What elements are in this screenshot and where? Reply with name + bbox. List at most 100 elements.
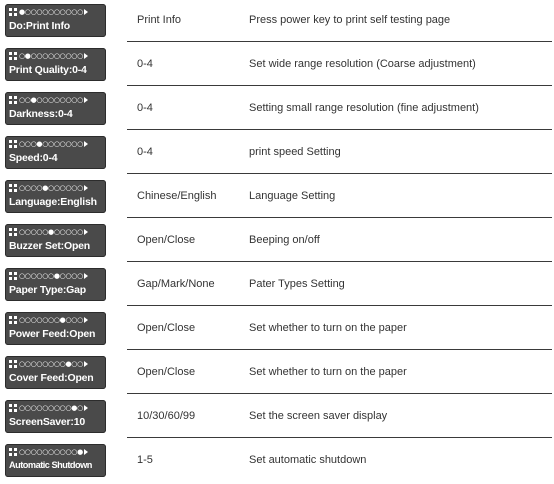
- lcd-status-line: ○○○●○○○○○○○: [9, 138, 88, 150]
- lcd-display: ○○○○○○●○○○○ Paper Type:Gap: [5, 268, 106, 301]
- arrow-right-icon: [83, 141, 88, 147]
- lcd-status-line: ○○○○○○○○○●○: [9, 402, 88, 414]
- arrow-right-icon: [83, 449, 88, 455]
- lcd-status-line: ○○○○○○○●○○○: [9, 314, 88, 326]
- menu-position-dots: ○○○○○●○○○○○: [19, 228, 83, 236]
- lcd-menu-label: Darkness:0-4: [9, 108, 73, 120]
- lcd-menu-label: Speed:0-4: [9, 152, 58, 164]
- grid-icon: [9, 316, 17, 324]
- menu-position-dots: ○○○○●○○○○○○: [19, 184, 83, 192]
- table-row: ○○○○○●○○○○○ Buzzer Set:Open Open/Close B…: [0, 220, 554, 264]
- row-divider: [127, 261, 552, 262]
- lcd-display: ○○○○○●○○○○○ Buzzer Set:Open: [5, 224, 106, 257]
- lcd-menu-label: ScreenSaver:10: [9, 416, 86, 428]
- setting-description: Beeping on/off: [249, 234, 320, 246]
- lcd-status-line: ○○●○○○○○○○○: [9, 94, 88, 106]
- lcd-display: ○○○○○○○●○○○ Power Feed:Open: [5, 312, 106, 345]
- lcd-menu-label: Buzzer Set:Open: [9, 240, 91, 252]
- lcd-display: ○●○○○○○○○○○ Print Quality:0-4: [5, 48, 106, 81]
- row-divider: [127, 437, 552, 438]
- menu-position-dots: ○●○○○○○○○○○: [19, 52, 83, 60]
- arrow-right-icon: [83, 405, 88, 411]
- setting-description: Set whether to turn on the paper: [249, 322, 407, 334]
- setting-description: Set automatic shutdown: [249, 454, 367, 466]
- arrow-right-icon: [83, 53, 88, 59]
- table-row: ○○○○○○○●○○○ Power Feed:Open Open/Close S…: [0, 308, 554, 352]
- setting-values: 1-5: [137, 454, 153, 466]
- setting-description: Setting small range resolution (fine adj…: [249, 102, 479, 114]
- setting-values: Open/Close: [137, 234, 196, 246]
- arrow-right-icon: [83, 273, 88, 279]
- lcd-status-line: ○○○○○●○○○○○: [9, 226, 88, 238]
- lcd-menu-label: Automatic Shutdown: [9, 460, 92, 470]
- setting-description: Set wide range resolution (Coarse adjust…: [249, 58, 476, 70]
- setting-values: Open/Close: [137, 366, 196, 378]
- row-divider: [127, 217, 552, 218]
- lcd-menu-label: Cover Feed:Open: [9, 372, 94, 384]
- row-divider: [127, 85, 552, 86]
- lcd-status-line: ○○○○○○○○●○○: [9, 358, 88, 370]
- setting-values: 10/30/60/99: [137, 410, 196, 422]
- setting-description: Press power key to print self testing pa…: [249, 14, 451, 26]
- row-divider: [127, 305, 552, 306]
- grid-icon: [9, 8, 17, 16]
- grid-icon: [9, 52, 17, 60]
- arrow-right-icon: [83, 97, 88, 103]
- table-row: ○○○●○○○○○○○ Speed:0-4 0-4 print speed Se…: [0, 132, 554, 176]
- grid-icon: [9, 96, 17, 104]
- lcd-display: ○○○○○○○○○○● Automatic Shutdown: [5, 444, 106, 477]
- setting-description: Set the screen saver display: [249, 410, 388, 422]
- table-row: ○○○○○○○○○●○ ScreenSaver:10 10/30/60/99 S…: [0, 396, 554, 440]
- table-row: ○○○○○○○○○○● Automatic Shutdown 1-5 Set a…: [0, 440, 554, 484]
- lcd-status-line: ○○○○○○●○○○○: [9, 270, 88, 282]
- row-divider: [127, 173, 552, 174]
- lcd-display: ●○○○○○○○○○○ Do:Print Info: [5, 4, 106, 37]
- menu-position-dots: ●○○○○○○○○○○: [19, 8, 83, 16]
- arrow-right-icon: [83, 229, 88, 235]
- lcd-menu-label: Print Quality:0-4: [9, 64, 87, 76]
- lcd-status-line: ○○○○○○○○○○●: [9, 446, 88, 458]
- setting-values: Chinese/English: [137, 190, 217, 202]
- table-row: ●○○○○○○○○○○ Do:Print Info Print Info Pre…: [0, 0, 554, 44]
- menu-position-dots: ○○●○○○○○○○○: [19, 96, 83, 104]
- grid-icon: [9, 404, 17, 412]
- row-divider: [127, 393, 552, 394]
- lcd-display: ○○○○○○○○●○○ Cover Feed:Open: [5, 356, 106, 389]
- setting-values: Open/Close: [137, 322, 196, 334]
- setting-description: Pater Types Setting: [249, 278, 345, 290]
- lcd-menu-label: Paper Type:Gap: [9, 284, 86, 296]
- lcd-display: ○○○●○○○○○○○ Speed:0-4: [5, 136, 106, 169]
- setting-description: Language Setting: [249, 190, 336, 202]
- menu-position-dots: ○○○○○○○●○○○: [19, 316, 83, 324]
- table-row: ○○●○○○○○○○○ Darkness:0-4 0-4 Setting sma…: [0, 88, 554, 132]
- lcd-status-line: ●○○○○○○○○○○: [9, 6, 88, 18]
- table-row: ○●○○○○○○○○○ Print Quality:0-4 0-4 Set wi…: [0, 44, 554, 88]
- row-divider: [127, 129, 552, 130]
- grid-icon: [9, 184, 17, 192]
- grid-icon: [9, 140, 17, 148]
- arrow-right-icon: [83, 9, 88, 15]
- arrow-right-icon: [83, 185, 88, 191]
- table-row: ○○○○○○●○○○○ Paper Type:Gap Gap/Mark/None…: [0, 264, 554, 308]
- setting-values: 0-4: [137, 146, 153, 158]
- setting-values: Print Info: [137, 14, 182, 26]
- setting-description: Set whether to turn on the paper: [249, 366, 407, 378]
- lcd-menu-label: Power Feed:Open: [9, 328, 96, 340]
- menu-position-dots: ○○○○○○●○○○○: [19, 272, 83, 280]
- grid-icon: [9, 448, 17, 456]
- setting-values: Gap/Mark/None: [137, 278, 215, 290]
- row-divider: [127, 41, 552, 42]
- row-divider: [127, 349, 552, 350]
- table-row: ○○○○○○○○●○○ Cover Feed:Open Open/Close S…: [0, 352, 554, 396]
- menu-position-dots: ○○○●○○○○○○○: [19, 140, 83, 148]
- table-row: ○○○○●○○○○○○ Language:English Chinese/Eng…: [0, 176, 554, 220]
- lcd-display: ○○○○○○○○○●○ ScreenSaver:10: [5, 400, 106, 433]
- lcd-status-line: ○○○○●○○○○○○: [9, 182, 88, 194]
- setting-description: print speed Setting: [249, 146, 341, 158]
- lcd-menu-label: Do:Print Info: [9, 20, 70, 32]
- lcd-display: ○○○○●○○○○○○ Language:English: [5, 180, 106, 213]
- menu-position-dots: ○○○○○○○○○●○: [19, 404, 83, 412]
- grid-icon: [9, 228, 17, 236]
- lcd-status-line: ○●○○○○○○○○○: [9, 50, 88, 62]
- arrow-right-icon: [83, 361, 88, 367]
